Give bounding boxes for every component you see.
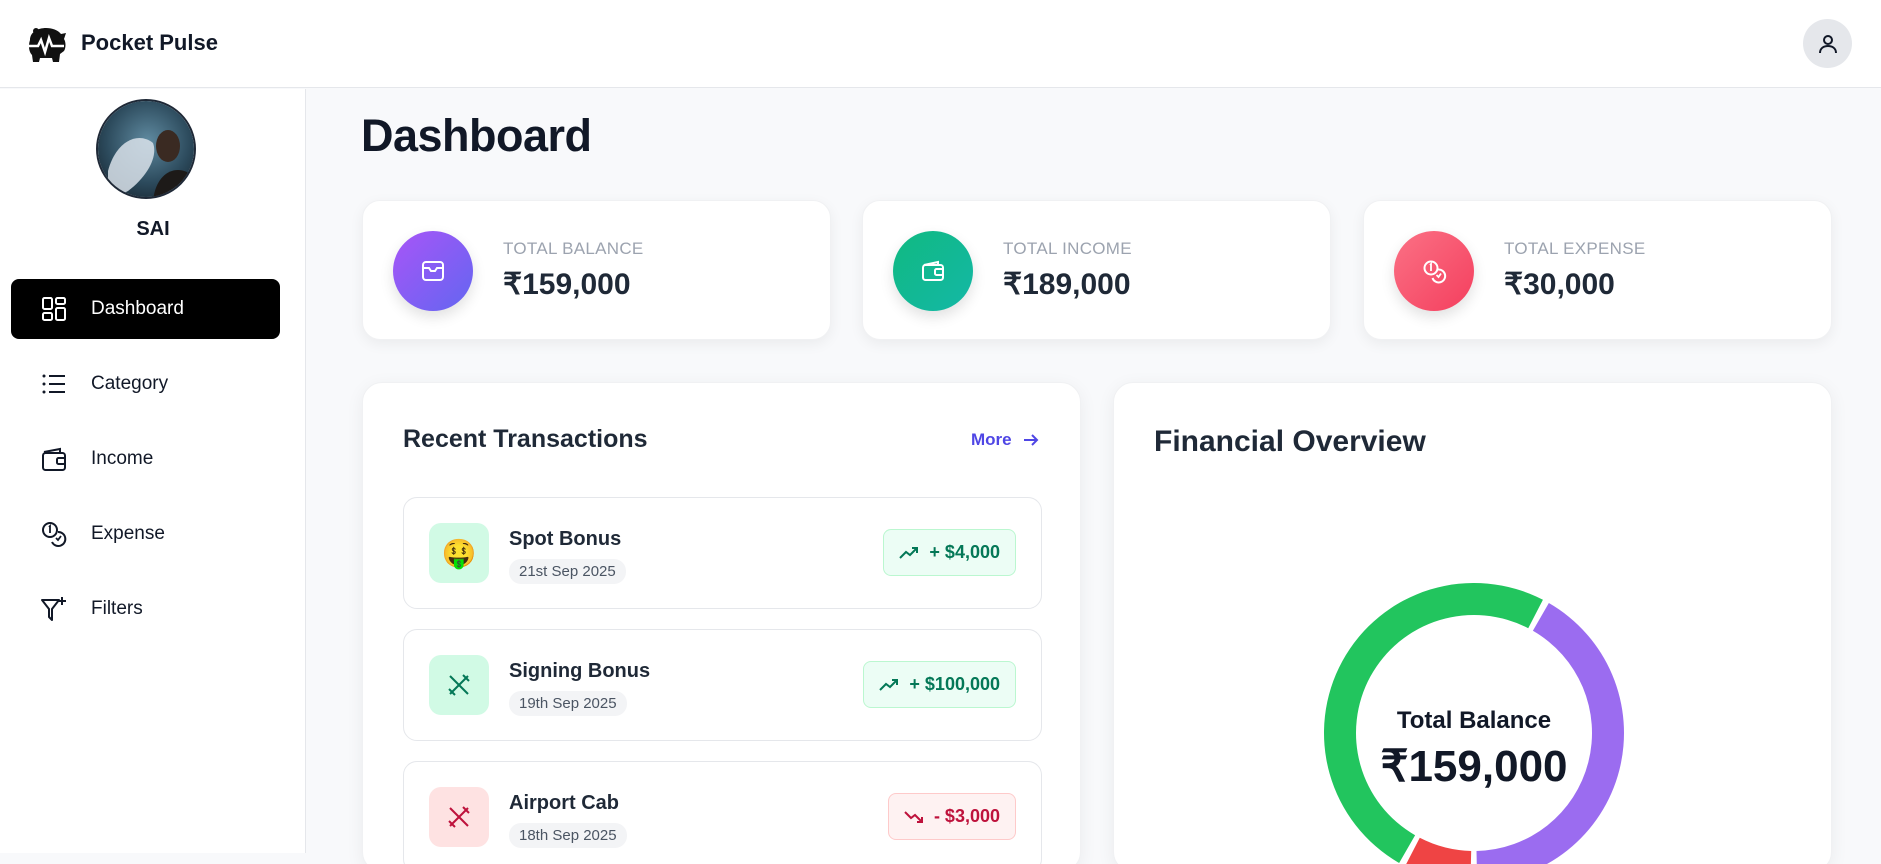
arrow-right-icon bbox=[1023, 434, 1039, 446]
sidebar-item-income[interactable]: Income bbox=[11, 429, 280, 489]
sidebar-item-label: Filters bbox=[91, 598, 143, 619]
more-label: More bbox=[971, 430, 1012, 449]
transaction-date: 18th Sep 2025 bbox=[509, 823, 627, 848]
app-name: Pocket Pulse bbox=[81, 30, 218, 55]
utensils-icon bbox=[429, 655, 489, 715]
account-button[interactable] bbox=[1803, 19, 1852, 68]
stat-card-total-income: TOTAL INCOME ₹189,000 bbox=[862, 200, 1331, 340]
financial-overview-panel: Financial Overview Total Balance ₹159,00… bbox=[1113, 382, 1832, 864]
transaction-date: 21st Sep 2025 bbox=[509, 559, 626, 584]
panel-title: Recent Transactions bbox=[403, 425, 648, 453]
donut-center-label: Total Balance bbox=[1396, 707, 1552, 734]
transaction-name: Airport Cab bbox=[509, 792, 619, 814]
sidebar-item-dashboard[interactable]: Dashboard bbox=[11, 279, 280, 339]
transaction-row[interactable]: Signing Bonus 19th Sep 2025 + $100,000 bbox=[403, 629, 1042, 741]
transaction-amount: + $4,000 bbox=[883, 529, 1016, 576]
donut-center-value: ₹159,000 bbox=[1380, 742, 1568, 791]
stat-value: ₹159,000 bbox=[503, 268, 631, 301]
trend-up-icon bbox=[879, 678, 899, 691]
stat-card-total-expense: TOTAL EXPENSE ₹30,000 bbox=[1363, 200, 1832, 340]
wallet-icon bbox=[42, 447, 66, 471]
donut-slice-total-expense bbox=[1406, 837, 1472, 864]
amount-text: - $3,000 bbox=[933, 806, 1000, 826]
sidebar-item-label: Dashboard bbox=[91, 298, 184, 319]
stat-value: ₹30,000 bbox=[1504, 268, 1615, 301]
list-icon bbox=[42, 374, 65, 394]
recent-transactions-panel: Recent Transactions More 🤑 Spot Bonus 21… bbox=[362, 382, 1081, 864]
transaction-name: Signing Bonus bbox=[509, 660, 651, 682]
donut-chart: Total Balance ₹159,000 bbox=[1314, 573, 1634, 864]
amount-text: + $4,000 bbox=[929, 542, 1000, 562]
top-header: Pocket Pulse bbox=[0, 0, 1881, 88]
panel-title: Financial Overview bbox=[1154, 425, 1426, 458]
sidebar-item-filters[interactable]: Filters bbox=[11, 579, 280, 639]
transaction-row[interactable]: 🤑 Spot Bonus 21st Sep 2025 + $4,000 bbox=[403, 497, 1042, 609]
stat-card-total-balance: TOTAL BALANCE ₹159,000 bbox=[362, 200, 831, 340]
sidebar-item-label: Expense bbox=[91, 523, 165, 544]
coins-icon bbox=[42, 522, 67, 547]
piggy-bank-pulse-icon[interactable] bbox=[22, 20, 70, 68]
coins-icon bbox=[1394, 231, 1474, 311]
wallet-icon bbox=[893, 231, 973, 311]
utensils-icon bbox=[429, 787, 489, 847]
sidebar-item-label: Income bbox=[91, 448, 154, 469]
amount-text: + $100,000 bbox=[909, 674, 1000, 694]
sidebar-item-expense[interactable]: Expense bbox=[11, 504, 280, 564]
filter-plus-icon bbox=[41, 597, 66, 621]
more-link[interactable]: More bbox=[971, 430, 1040, 450]
money-face-emoji: 🤑 bbox=[429, 523, 489, 583]
sidebar-item-category[interactable]: Category bbox=[11, 354, 280, 414]
stat-label: TOTAL BALANCE bbox=[503, 239, 644, 258]
envelope-icon bbox=[393, 231, 473, 311]
grid-icon bbox=[42, 297, 66, 321]
stat-label: TOTAL EXPENSE bbox=[1504, 239, 1646, 258]
transaction-amount: + $100,000 bbox=[863, 661, 1016, 708]
sidebar-item-label: Category bbox=[91, 373, 169, 394]
trend-down-icon bbox=[904, 810, 923, 823]
transaction-date: 19th Sep 2025 bbox=[509, 691, 627, 716]
user-icon bbox=[1818, 34, 1837, 53]
transaction-name: Spot Bonus bbox=[509, 528, 622, 550]
trend-up-icon bbox=[899, 546, 919, 559]
page-title: Dashboard bbox=[361, 110, 592, 161]
sidebar: SAI Dashboard Category Income Expense Fi… bbox=[0, 89, 306, 853]
stat-value: ₹189,000 bbox=[1003, 268, 1131, 301]
profile-avatar[interactable] bbox=[96, 99, 196, 199]
profile-name: SAI bbox=[136, 218, 170, 240]
transaction-amount: - $3,000 bbox=[887, 793, 1016, 840]
transaction-row[interactable]: Airport Cab 18th Sep 2025 - $3,000 bbox=[403, 761, 1042, 864]
stat-label: TOTAL INCOME bbox=[1003, 239, 1132, 258]
